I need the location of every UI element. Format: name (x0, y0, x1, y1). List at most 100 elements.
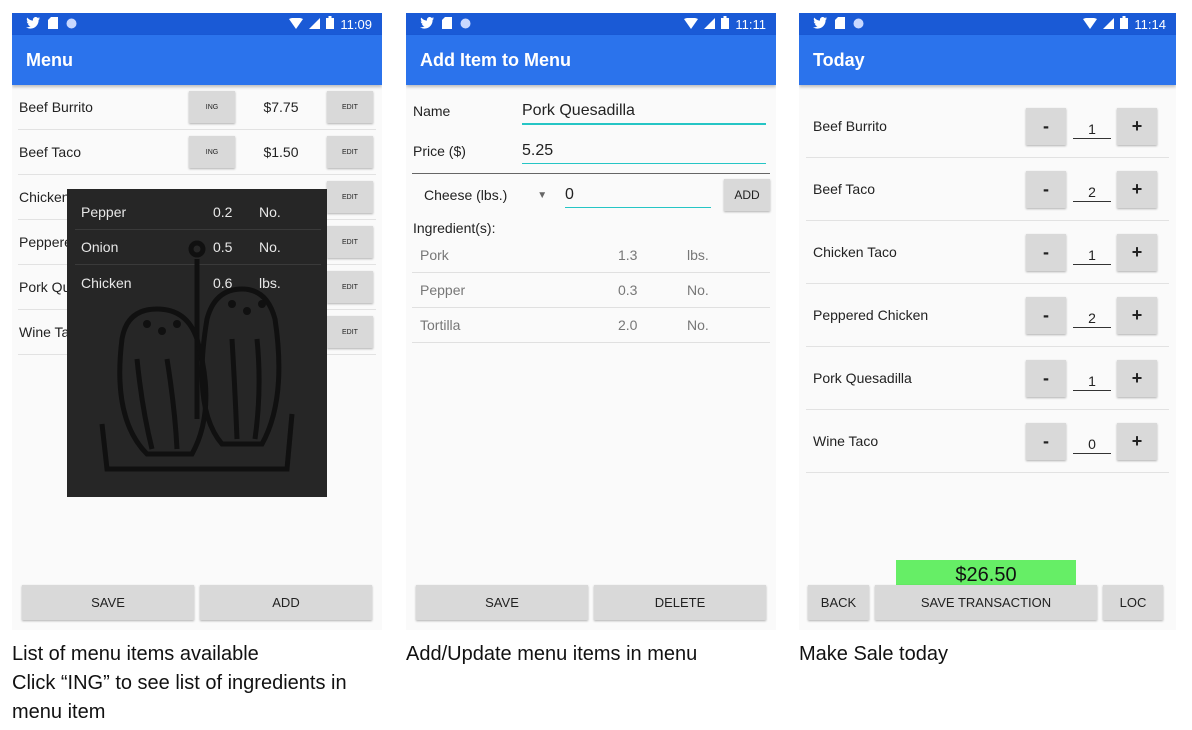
add-item-screen: 11:11 Add Item to Menu Name Pork Quesadi… (406, 13, 776, 630)
sale-row: Beef Taco - 2 + (806, 158, 1169, 221)
sale-item-name: Wine Taco (813, 433, 879, 449)
quantity-field[interactable]: 1 (1073, 239, 1111, 265)
ingredient-name: Pork (420, 247, 449, 263)
increment-button[interactable]: + (1117, 359, 1157, 397)
decrement-button[interactable]: - (1026, 359, 1066, 397)
increment-button[interactable]: + (1117, 107, 1157, 145)
ingredient-name: Tortilla (420, 317, 461, 333)
sd-card-icon (835, 16, 845, 32)
save-button[interactable]: SAVE (416, 585, 588, 620)
ingredient-name: Pepper (420, 282, 466, 298)
sale-item-name: Beef Burrito (813, 118, 887, 134)
decrement-button[interactable]: - (1026, 170, 1066, 208)
ingredient-qty: 1.3 (618, 247, 638, 263)
today-screen: 11:14 Today Beef Burrito - 1 + Beef Taco… (799, 13, 1176, 630)
increment-button[interactable]: + (1117, 422, 1157, 460)
clock: 11:09 (340, 16, 372, 32)
ingredient-unit: No. (687, 282, 709, 298)
sd-card-icon (48, 16, 58, 32)
ingredient-row[interactable]: Tortilla 2.0 No. (412, 308, 770, 343)
wifi-icon (1083, 17, 1098, 32)
sale-row: Peppered Chicken - 2 + (806, 284, 1169, 347)
salt-pepper-shaker-illustration (99, 240, 295, 472)
clock: 11:14 (1134, 16, 1166, 32)
sale-row: Beef Burrito - 1 + (806, 95, 1169, 158)
ingredient-unit: No. (259, 204, 281, 220)
edit-button[interactable]: EDIT (327, 91, 373, 123)
list-item: Beef Taco ING $1.50 EDIT (18, 130, 376, 175)
sale-row: Chicken Taco - 1 + (806, 221, 1169, 284)
ingredient-qty-input[interactable]: 0 (565, 183, 711, 208)
menu-item-name: Beef Burrito (19, 99, 93, 115)
name-field[interactable]: Pork Quesadilla (522, 98, 766, 125)
edit-button[interactable]: EDIT (327, 316, 373, 348)
increment-button[interactable]: + (1117, 170, 1157, 208)
ingredient-row[interactable]: Pork 1.3 lbs. (412, 238, 770, 273)
increment-button[interactable]: + (1117, 233, 1157, 271)
list-item: Beef Burrito ING $7.75 EDIT (18, 85, 376, 130)
caption-menu: List of menu items available Click “ING”… (12, 643, 347, 723)
app-bar-title: Menu (12, 35, 382, 85)
quantity-field[interactable]: 0 (1073, 428, 1111, 454)
add-button[interactable]: ADD (200, 585, 372, 620)
ingredient-qty: 2.0 (618, 317, 638, 333)
sale-item-name: Chicken Taco (813, 244, 897, 260)
menu-item-price: $7.75 (263, 99, 299, 115)
ingredient-unit: No. (687, 317, 709, 333)
quantity-field[interactable]: 2 (1073, 176, 1111, 202)
app-bar-title: Today (799, 35, 1176, 85)
edit-button[interactable]: EDIT (327, 181, 373, 213)
menu-item-name: Beef Taco (19, 144, 82, 160)
dropdown-arrow-icon: ▼ (537, 189, 548, 201)
increment-button[interactable]: + (1117, 296, 1157, 334)
signal-icon (1103, 17, 1115, 32)
ingredients-button[interactable]: ING (189, 136, 235, 168)
sd-card-icon (442, 16, 452, 32)
save-transaction-button[interactable]: SAVE TRANSACTION (875, 585, 1097, 620)
circle-notification-icon (66, 16, 77, 32)
circle-notification-icon (460, 16, 471, 32)
ingredient-unit: lbs. (687, 247, 709, 263)
battery-icon (1120, 16, 1129, 32)
decrement-button[interactable]: - (1026, 233, 1066, 271)
wifi-icon (289, 17, 304, 32)
quantity-field[interactable]: 2 (1073, 302, 1111, 328)
quantity-field[interactable]: 1 (1073, 365, 1111, 391)
location-button[interactable]: LOC (1103, 585, 1163, 620)
signal-icon (309, 17, 321, 32)
sale-item-name: Pork Quesadilla (813, 370, 912, 386)
status-bar: 11:14 (799, 13, 1176, 35)
add-ingredient-button[interactable]: ADD (724, 179, 770, 211)
back-button[interactable]: BACK (808, 585, 869, 620)
battery-icon (721, 16, 730, 32)
decrement-button[interactable]: - (1026, 296, 1066, 334)
app-bar-title: Add Item to Menu (406, 35, 776, 85)
price-field[interactable]: 5.25 (522, 138, 766, 164)
save-button[interactable]: SAVE (22, 585, 194, 620)
wifi-icon (684, 17, 699, 32)
twitter-icon (813, 16, 827, 32)
sale-item-name: Peppered Chicken (813, 307, 929, 323)
ingredient-row[interactable]: Pepper 0.3 No. (412, 273, 770, 308)
edit-button[interactable]: EDIT (327, 271, 373, 303)
decrement-button[interactable]: - (1026, 107, 1066, 145)
price-label: Price ($) (413, 143, 466, 159)
ingredients-popup: Pepper 0.2 No. Onion 0.5 No. Chicken 0.6… (67, 189, 327, 497)
ingredient-name: Pepper (81, 204, 127, 220)
edit-button[interactable]: EDIT (327, 136, 373, 168)
twitter-icon (26, 16, 40, 32)
ingredient-qty: 0.3 (618, 282, 638, 298)
sale-item-name: Beef Taco (813, 181, 876, 197)
delete-button[interactable]: DELETE (594, 585, 766, 620)
sale-row: Wine Taco - 0 + (806, 410, 1169, 473)
edit-button[interactable]: EDIT (327, 226, 373, 258)
caption-add: Add/Update menu items in menu (406, 643, 698, 665)
ingredients-button[interactable]: ING (189, 91, 235, 123)
decrement-button[interactable]: - (1026, 422, 1066, 460)
item-form: Name Pork Quesadilla Price ($) 5.25 Chee… (406, 85, 776, 343)
ingredient-qty: 0.2 (213, 204, 233, 220)
sale-row: Pork Quesadilla - 1 + (806, 347, 1169, 410)
quantity-field[interactable]: 1 (1073, 113, 1111, 139)
ingredient-dropdown[interactable]: Cheese (lbs.) ▼ (412, 187, 552, 203)
ingredient-dropdown-value: Cheese (lbs.) (424, 187, 508, 203)
